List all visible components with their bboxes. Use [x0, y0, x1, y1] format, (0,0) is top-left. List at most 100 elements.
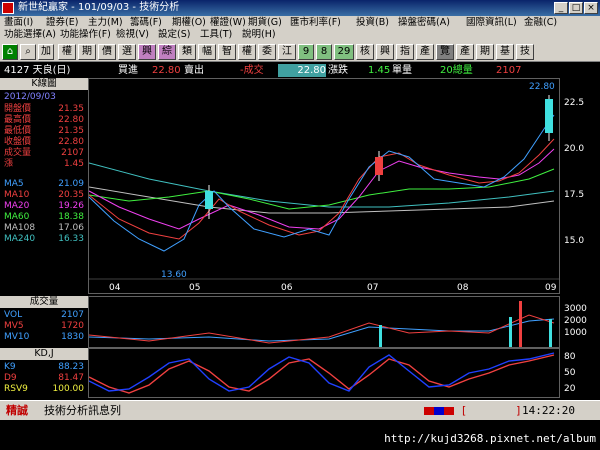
toolbar-button[interactable]: 幅	[198, 44, 216, 60]
toolbar-button[interactable]: 核	[356, 44, 374, 60]
month-label: 05	[189, 283, 200, 293]
row-value: 21.35	[58, 104, 84, 114]
menu-item[interactable]: 設定(S)	[158, 29, 190, 41]
tick-label: 1000	[564, 328, 587, 338]
rsv9-row: RSV9 100.00	[4, 384, 84, 395]
volume-chart[interactable]	[88, 296, 560, 348]
indicator-panel: K線圖 2012/09/03 開盤價 21.35 最高價 22.80 最低價 21.3…	[0, 78, 88, 398]
row-label: MA10	[4, 190, 30, 200]
tick-label: 17.5	[564, 190, 585, 200]
status-bar: 精誠 技術分析訊息列 [ ] 14:22:20	[0, 400, 600, 420]
toolbar-button[interactable]: 基	[496, 44, 514, 60]
minimize-button[interactable]: _	[554, 2, 568, 14]
kline-header[interactable]: K線圖	[0, 78, 88, 90]
toolbar-button[interactable]: 29	[334, 44, 354, 60]
watermark-url: http://kujd3268.pixnet.net/album	[384, 432, 596, 445]
month-label: 08	[457, 283, 469, 293]
close-button[interactable]: ×	[584, 2, 598, 14]
toolbar-button[interactable]: 委	[258, 44, 276, 60]
toolbar-button[interactable]: 價	[98, 44, 116, 60]
mv10-row: MV10 1830	[4, 332, 84, 343]
close-row: 收盤價 22.80	[4, 137, 84, 148]
row-label: VOL	[4, 310, 23, 320]
last-price: 22.80	[278, 64, 326, 77]
row-label: MA20	[4, 201, 30, 211]
menu-item[interactable]: 功能選擇(A)	[4, 29, 56, 41]
volume-row: 成交量 2107	[4, 148, 84, 159]
window-title: 新世紀贏家 - 101/09/03 - 技術分析	[18, 2, 180, 13]
menu-item[interactable]: 主力(M)	[88, 17, 123, 29]
toolbar-button[interactable]: 權	[58, 44, 76, 60]
price-chart[interactable]: 13.60 22.80 04 05 06 07 08 09	[88, 78, 560, 294]
tick-label: 2000	[564, 316, 587, 326]
menu-item[interactable]: 期貨(G)	[248, 17, 282, 29]
toolbar-button[interactable]: 綜	[158, 44, 176, 60]
menu-item[interactable]: 功能操作(F)	[60, 29, 111, 41]
volume-header[interactable]: 成交量	[0, 296, 88, 308]
vol-label: 20總量	[440, 65, 473, 76]
row-label: 最高價	[4, 115, 32, 125]
toolbar-button[interactable]: 加	[38, 44, 54, 60]
menu-item[interactable]: 投資(B)	[356, 17, 389, 29]
toolbar: ⌂ ⌕ 加 權 期 價 選 興 綜 類 幅 智 權 委 江 9 8 29 核 興…	[0, 42, 600, 62]
menu-item[interactable]: 金融(C)	[524, 17, 557, 29]
row-label: MA5	[4, 179, 24, 189]
tick-label: 50	[564, 368, 576, 378]
maximize-button[interactable]: □	[569, 2, 583, 14]
low-row: 最低價 21.35	[4, 126, 84, 137]
tick-label: 20.0	[564, 144, 585, 154]
sell-label: 賣出	[184, 65, 204, 76]
volume-bar	[549, 319, 552, 347]
toolbar-button[interactable]: 產	[456, 44, 474, 60]
toolbar-button[interactable]: 9	[298, 44, 314, 60]
volume-chart-svg[interactable]	[88, 297, 559, 347]
toolbar-button[interactable]: 期	[78, 44, 96, 60]
kd-chart[interactable]	[88, 348, 560, 398]
tick-label: 80	[564, 352, 576, 362]
vol-row: VOL 2107	[4, 310, 84, 321]
menu-item[interactable]: 操盤密碼(A)	[398, 17, 450, 29]
menu-item[interactable]: 畫面(I)	[4, 17, 33, 29]
toolbar-button[interactable]: 指	[396, 44, 414, 60]
menu-item[interactable]: 籌碼(F)	[130, 17, 162, 29]
menu-item[interactable]: 權證(W)	[210, 17, 246, 29]
menu-item[interactable]: 工具(T)	[200, 29, 232, 41]
price-chart-svg[interactable]: 13.60 22.80 04 05 06 07 08 09	[88, 79, 559, 293]
menu-item[interactable]: 期權(O)	[172, 17, 206, 29]
buy-price: 22.80	[152, 65, 181, 76]
toolbar-button[interactable]: 興	[376, 44, 394, 60]
menu-item[interactable]: 證券(E)	[46, 17, 78, 29]
row-label: 成交量	[4, 148, 32, 158]
kd-header[interactable]: KD,J	[0, 348, 88, 360]
toolbar-button[interactable]: 江	[278, 44, 296, 60]
menu-item[interactable]: 檢視(V)	[116, 29, 149, 41]
toolbar-button[interactable]: 權	[238, 44, 256, 60]
chg-value: 1.45	[368, 65, 391, 76]
row-label: 開盤價	[4, 104, 32, 114]
toolbar-button[interactable]: 興	[138, 44, 156, 60]
menu-item[interactable]: 說明(H)	[242, 29, 276, 41]
row-label: 收盤價	[4, 137, 32, 147]
tick-label: 15.0	[564, 236, 585, 246]
toolbar-button[interactable]: 8	[316, 44, 332, 60]
toolbar-button[interactable]: 類	[178, 44, 196, 60]
app-window: 新世紀贏家 - 101/09/03 - 技術分析 _ □ × 畫面(I) 證券(…	[0, 0, 600, 450]
candle-body	[545, 99, 553, 133]
month-label: 04	[109, 283, 121, 293]
d9-line	[88, 354, 555, 394]
row-value: 18.38	[58, 212, 84, 222]
search-icon[interactable]: ⌕	[20, 44, 36, 60]
toolbar-button[interactable]: 選	[118, 44, 136, 60]
toolbar-button[interactable]: 智	[218, 44, 236, 60]
toolbar-button[interactable]: 覽	[436, 44, 454, 60]
toolbar-button[interactable]: 產	[416, 44, 434, 60]
toolbar-button[interactable]: 技	[516, 44, 534, 60]
home-icon[interactable]: ⌂	[2, 44, 18, 60]
kd-chart-svg[interactable]	[88, 349, 559, 397]
menu-item[interactable]: 匯市利率(F)	[290, 17, 341, 29]
change-row: 漲 1.45	[4, 159, 84, 170]
stock-symbol[interactable]: 4127 天良(日)	[4, 64, 70, 77]
toolbar-button[interactable]: 期	[476, 44, 494, 60]
menu-item[interactable]: 國際資訊(L)	[466, 17, 517, 29]
row-value: 21.09	[58, 179, 84, 189]
